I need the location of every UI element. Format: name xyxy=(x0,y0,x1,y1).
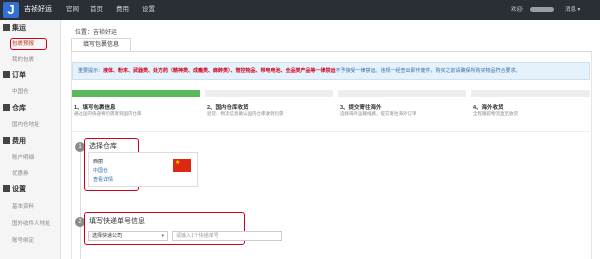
step-description: 验货、物流信息确认国内仓库收到包裹 xyxy=(207,111,284,116)
step-progress-bar-3 xyxy=(338,90,466,97)
courier-company-select[interactable]: 选择快递公司 ▾ xyxy=(88,231,168,241)
notice-prefix: 重要提示： xyxy=(78,68,104,74)
sidebar-section-label: 订单 xyxy=(12,72,26,79)
chevron-down-icon: ▾ xyxy=(161,233,164,239)
nav-home[interactable]: 首页 xyxy=(90,0,103,20)
welcome-label: 欢迎: xyxy=(511,7,524,13)
step-description: 全程跟踪物流直至收货 xyxy=(473,111,518,116)
brand-logo[interactable]: J xyxy=(3,2,19,18)
messages-menu[interactable]: 消息 ▾ xyxy=(565,0,580,20)
sidebar-section-orders[interactable]: 订单 xyxy=(3,71,26,81)
warehouse-card[interactable]: 西丽 中国仓 查看详情 ★ xyxy=(88,152,198,187)
username-redacted[interactable] xyxy=(530,7,554,12)
notice-rest: 不予接受一律禁运。违规一经查出即作废件，购买之前请确保所购买物品符合要求。 xyxy=(335,68,521,74)
gear-icon xyxy=(3,185,10,192)
notice-banner: 重要提示：液体、粉末、武器类、处方药（精神类、成瘾类、麻醉类）、管控物品、带电电… xyxy=(72,62,590,80)
section-divider xyxy=(72,131,590,132)
sidebar-section-label: 费用 xyxy=(12,138,26,145)
step-progress-bar-2 xyxy=(205,90,333,97)
warehouse-details-link[interactable]: 查看详情 xyxy=(93,176,113,183)
sidebar-item-domestic-address[interactable]: 国内仓地址 xyxy=(12,121,40,129)
warehouse-name: 西丽 xyxy=(93,159,104,165)
warehouse-icon xyxy=(3,104,10,111)
step-title: 2、国内仓库收货 xyxy=(207,105,249,111)
breadcrumb: 位置：吉祯好运 xyxy=(75,30,118,36)
nav-fees[interactable]: 费用 xyxy=(116,0,129,20)
sidebar-section-fees[interactable]: 费用 xyxy=(3,137,26,147)
nav-official-site[interactable]: 官网 xyxy=(66,0,79,20)
sidebar-section-consolidation[interactable]: 集运 xyxy=(3,24,26,34)
sidebar-item-overseas-address[interactable]: 国外收件人地址 xyxy=(12,220,51,228)
step-description: 选择海外运输线路，提交寄往海外订单 xyxy=(340,111,417,116)
brand-name: 吉祯好运 xyxy=(24,6,52,13)
nav-settings[interactable]: 设置 xyxy=(142,0,155,20)
step-description: 通过国内快递将包裹寄到国内仓库 xyxy=(74,111,142,116)
sidebar-item-china-warehouse[interactable]: 中国仓 xyxy=(12,88,29,96)
step-title: 1、填写包裹信息 xyxy=(74,105,116,111)
step-title: 4、海外收货 xyxy=(473,105,504,111)
sidebar-section-settings[interactable]: 设置 xyxy=(3,185,26,195)
step-progress-bar-4 xyxy=(471,90,590,97)
sidebar-section-label: 设置 xyxy=(12,186,26,193)
timeline-line xyxy=(80,150,81,259)
step-progress-bar-1 xyxy=(72,90,200,97)
notice-prohibited-items: 液体、粉末、武器类、处方药（精神类、成瘾类、麻醉类）、管控物品、带电电池、全品类… xyxy=(103,68,336,74)
step-title: 3、提交寄往海外 xyxy=(340,105,382,111)
tab-fill-package-info[interactable]: 填写包裹信息 xyxy=(71,38,131,51)
top-navigation-bar: J 吉祯好运 官网 首页 费用 设置 欢迎: 消息 ▾ xyxy=(0,0,600,20)
wallet-icon xyxy=(3,137,10,144)
tracking-number-input[interactable]: 请输入1个快递单号 xyxy=(172,231,282,241)
china-flag-icon: ★ xyxy=(173,159,191,172)
sidebar-item-my-packages[interactable]: 我的包裹 xyxy=(12,56,34,64)
sidebar-section-warehouse[interactable]: 仓库 xyxy=(3,104,26,114)
courier-select-value: 选择快递公司 xyxy=(92,233,123,239)
sidebar-item-account-binding[interactable]: 账号绑定 xyxy=(12,237,34,245)
highlight-box-sidebar xyxy=(10,38,47,50)
flag-star-icon: ★ xyxy=(175,160,181,166)
sidebar-section-label: 集运 xyxy=(12,25,26,32)
sidebar-item-profile[interactable]: 基本资料 xyxy=(12,203,34,211)
order-icon xyxy=(3,71,10,78)
sidebar-section-label: 仓库 xyxy=(12,105,26,112)
sidebar-item-coupons[interactable]: 优惠券 xyxy=(12,170,29,178)
sidebar-item-account-details[interactable]: 账户明细 xyxy=(12,154,34,162)
warehouse-type: 中国仓 xyxy=(93,168,109,174)
home-icon xyxy=(3,24,10,31)
